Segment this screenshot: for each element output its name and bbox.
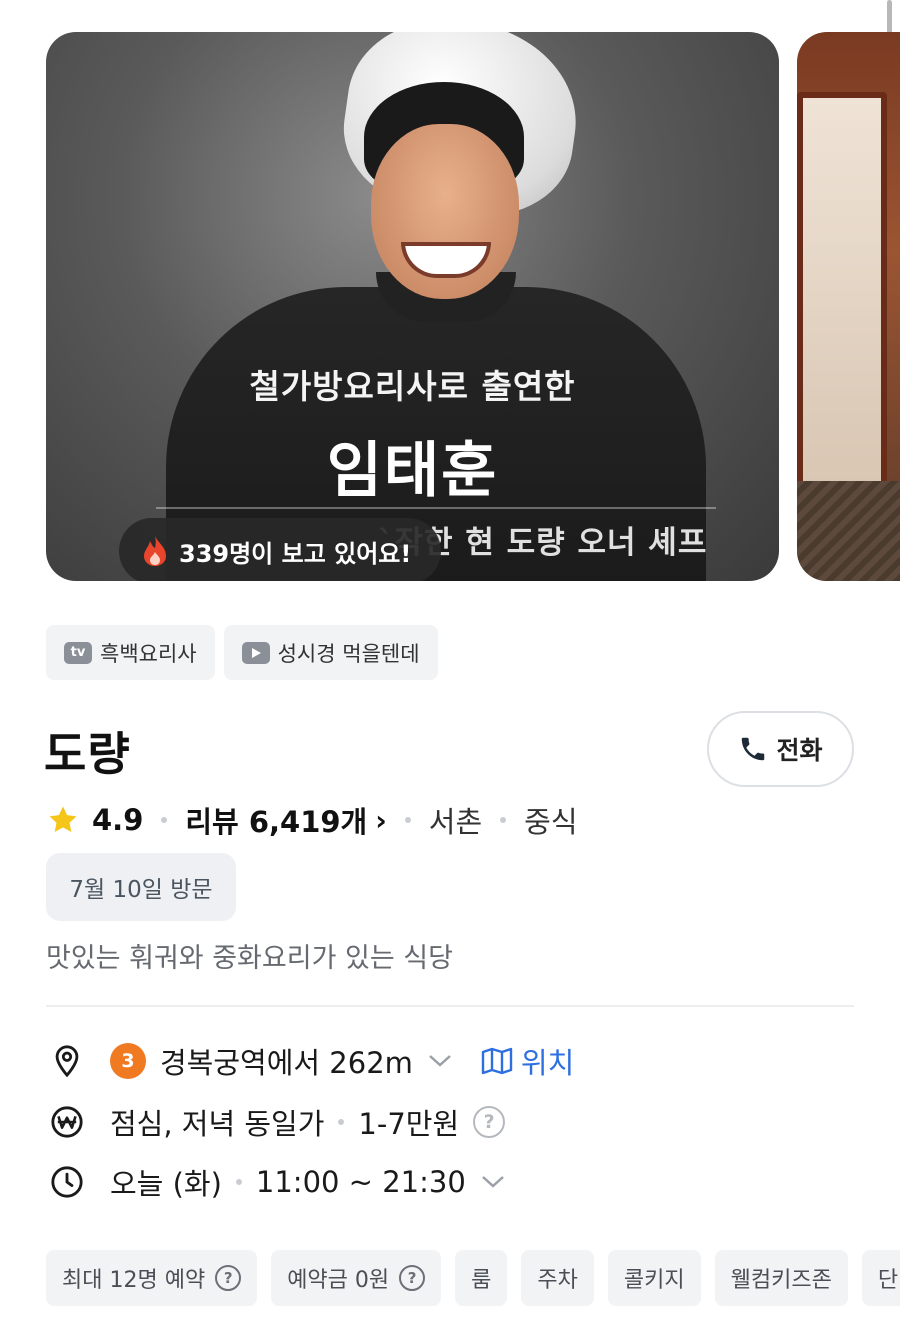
separator-dot <box>235 1179 242 1185</box>
live-viewers-text: 339명이 보고 있어요! <box>179 539 412 568</box>
slide-caption-name: 임태훈 <box>326 436 499 506</box>
today-label: 오늘 (화) <box>110 1167 222 1201</box>
chevron-down-icon[interactable] <box>480 1174 506 1190</box>
chip-label: 웰컴키즈존 <box>730 1268 832 1293</box>
chip-label: 주차 <box>537 1268 578 1293</box>
photo-carousel[interactable]: 철가방요리사로 출연한 임태훈 `작한 현 도량 오너 셰프 339명이 보고 … <box>0 0 900 600</box>
star-icon <box>49 806 77 833</box>
meal-pricing-note: 점심, 저녁 동일가 <box>110 1107 325 1141</box>
chip-label: 예약금 0원 <box>287 1268 390 1293</box>
tag-tv-show[interactable]: tv 흑백요리사 <box>46 625 215 680</box>
rating-score: 4.9 <box>92 803 144 837</box>
separator-dot <box>500 817 507 823</box>
section-divider <box>46 1005 854 1007</box>
slide-caption-divider <box>156 507 716 509</box>
chip-more[interactable]: 단 <box>861 1250 900 1306</box>
live-viewers-badge: 339명이 보고 있어요! <box>119 518 441 581</box>
carousel-slide-next[interactable] <box>797 32 900 581</box>
separator-dot <box>404 817 411 823</box>
phone-icon <box>742 737 765 761</box>
chip-deposit[interactable]: 예약금 0원 ? <box>271 1250 442 1306</box>
chip-parking[interactable]: 주차 <box>521 1250 594 1306</box>
call-label: 전화 <box>776 736 823 765</box>
location-pin-icon <box>55 1045 79 1078</box>
tag-youtube[interactable]: 성시경 먹을텐데 <box>223 625 438 680</box>
chip-max-reservation[interactable]: 최대 12명 예약 ? <box>46 1250 258 1306</box>
interior-image-floor <box>797 481 900 581</box>
review-count-link[interactable]: 리뷰 6,419개 <box>185 799 367 841</box>
won-currency-icon <box>51 1106 83 1138</box>
subway-line-badge: 3 <box>110 1043 146 1079</box>
map-link-label: 위치 <box>520 1046 575 1080</box>
restaurant-description: 맛있는 훠궈와 중화요리가 있는 식당 <box>46 943 453 974</box>
chip-label: 최대 12명 예약 <box>62 1268 206 1293</box>
question-icon[interactable]: ? <box>215 1265 242 1291</box>
chevron-right-icon[interactable]: › <box>375 804 387 837</box>
visit-date-badge: 7월 10일 방문 <box>46 853 236 921</box>
area-label: 서촌 <box>428 805 483 839</box>
restaurant-name: 도량 <box>44 727 131 781</box>
play-icon <box>241 641 270 664</box>
slide-caption-line1: 철가방요리사로 출연한 <box>249 367 576 406</box>
flame-icon <box>144 536 166 566</box>
separator-dot <box>161 817 168 823</box>
price-range: 1-7만원 <box>358 1107 460 1141</box>
clock-icon <box>51 1166 83 1198</box>
feature-chips: 최대 12명 예약 ? 예약금 0원 ? 룸 주차 콜키지 웰컴키즈존 단 <box>46 1250 900 1306</box>
map-location-link[interactable]: 위치 <box>481 1040 574 1082</box>
location-row: 3 경복궁역에서 262m 위치 <box>50 1040 574 1082</box>
call-button[interactable]: 전화 <box>707 711 854 787</box>
chip-corkage[interactable]: 콜키지 <box>607 1250 701 1306</box>
chip-welcome-kids[interactable]: 웰컴키즈존 <box>714 1250 848 1306</box>
question-icon[interactable]: ? <box>473 1106 506 1138</box>
question-icon[interactable]: ? <box>399 1265 426 1291</box>
tag-label: 성시경 먹을텐데 <box>277 641 420 666</box>
chip-label: 룸 <box>471 1268 492 1293</box>
separator-dot <box>338 1119 345 1125</box>
tag-label: 흑백요리사 <box>100 641 197 666</box>
chip-label: 단 <box>877 1268 899 1293</box>
hours-row: 오늘 (화) 11:00 ~ 21:30 <box>50 1161 506 1203</box>
media-tags: tv 흑백요리사 성시경 먹을텐데 <box>46 625 438 680</box>
rating-row: 4.9 리뷰 6,419개 › 서촌 중식 <box>46 799 578 841</box>
station-distance[interactable]: 경복궁역에서 262m <box>160 1040 413 1082</box>
tv-icon: tv <box>64 641 92 664</box>
map-icon <box>481 1047 513 1075</box>
chip-room[interactable]: 룸 <box>455 1250 508 1306</box>
category-label: 중식 <box>524 805 578 839</box>
carousel-slide-chef[interactable]: 철가방요리사로 출연한 임태훈 `작한 현 도량 오너 셰프 339명이 보고 … <box>46 32 779 581</box>
price-row: 점심, 저녁 동일가 1-7만원 ? <box>50 1101 506 1143</box>
chip-label: 콜키지 <box>623 1268 685 1293</box>
chevron-down-icon[interactable] <box>427 1053 453 1069</box>
interior-image-door <box>797 92 887 492</box>
opening-hours[interactable]: 11:00 ~ 21:30 <box>256 1165 466 1199</box>
